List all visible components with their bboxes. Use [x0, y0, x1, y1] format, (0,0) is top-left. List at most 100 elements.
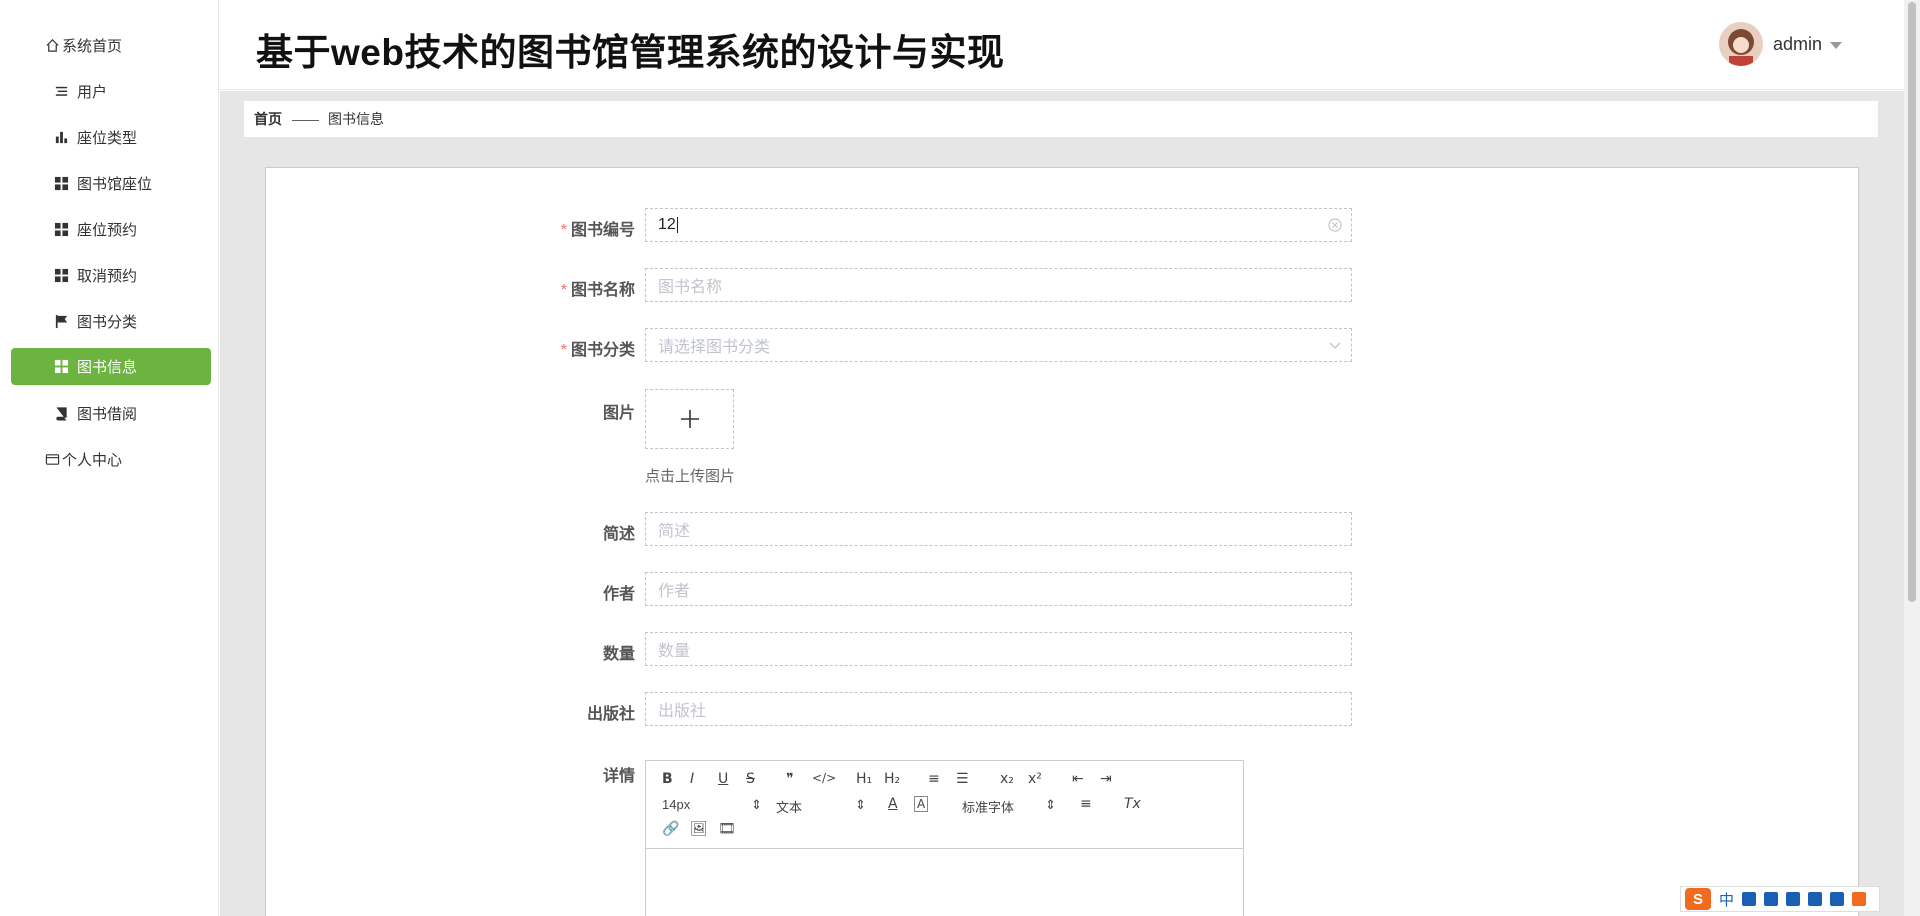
link-icon[interactable]: 🔗 — [662, 821, 679, 837]
form-row-summary: 简述 简述 — [266, 512, 1860, 546]
author-input[interactable]: 作者 — [645, 572, 1352, 606]
sidebar-item-label: 个人中心 — [62, 452, 123, 469]
sidebar-item-label: 图书馆座位 — [77, 176, 153, 193]
home-icon — [44, 38, 60, 54]
h1-button[interactable]: H₁ — [856, 771, 872, 787]
publisher-input[interactable]: 出版社 — [645, 692, 1352, 726]
sidebar-item-users[interactable]: 用户 — [11, 73, 211, 110]
book-name-input[interactable]: 图书名称 — [645, 268, 1352, 302]
sidebar-item-seat-booking[interactable]: 座位预约 — [11, 211, 211, 248]
card-icon — [44, 452, 60, 468]
h2-button[interactable]: H₂ — [884, 771, 900, 787]
italic-button[interactable]: I — [690, 771, 694, 787]
flag-icon — [53, 314, 69, 330]
video-icon[interactable]: 🎞 — [718, 821, 736, 837]
book-no-input[interactable]: 12 — [645, 208, 1352, 242]
code-block-button[interactable]: </> — [812, 771, 836, 785]
sidebar-item-library-seat[interactable]: 图书馆座位 — [11, 165, 211, 202]
form-row-quantity: 数量 数量 — [266, 632, 1860, 666]
bold-button[interactable]: B — [662, 771, 673, 787]
username[interactable]: admin — [1773, 34, 1822, 55]
image-icon[interactable]: 🖼 — [690, 821, 708, 837]
sidebar: 系统首页 用户 座位类型 图书馆座位 座位预约 取消预约 图书分类 图书信息 图… — [0, 0, 219, 916]
sidebar-item-book-category[interactable]: 图书分类 — [11, 303, 211, 340]
skin-icon[interactable] — [1808, 892, 1823, 906]
form-row-publisher: 出版社 出版社 — [266, 692, 1860, 726]
outdent-button[interactable]: ⇤ — [1072, 771, 1084, 787]
label-details: 详情 — [602, 768, 635, 785]
indent-button[interactable]: ⇥ — [1100, 771, 1112, 787]
form-row-author: 作者 作者 — [266, 572, 1860, 606]
sogou-logo-icon[interactable]: S — [1685, 888, 1711, 910]
page-title: 基于web技术的图书馆管理系统的设计与实现 — [256, 32, 1005, 73]
main-content: 首页 —— 图书信息 * 图书编号 12 * 图书名称 图书名称 * 图书分类 请选择… — [220, 91, 1904, 916]
ime-toolbar[interactable]: S 中 — [1680, 886, 1880, 912]
underline-button[interactable]: U — [718, 771, 728, 787]
background-color-icon[interactable]: A — [914, 796, 929, 812]
form-row-book-name: * 图书名称 图书名称 — [266, 268, 1860, 302]
sidebar-item-book-borrow[interactable]: 图书借阅 — [11, 395, 211, 432]
sidebar-item-home[interactable]: 系统首页 — [11, 27, 211, 64]
label-book-category: * 图书分类 — [560, 342, 635, 359]
align-icon[interactable]: ≡ — [1080, 796, 1092, 812]
clear-format-button[interactable]: Tx — [1124, 796, 1141, 812]
upload-hint: 点击上传图片 — [645, 468, 736, 485]
sidebar-item-label: 图书信息 — [77, 359, 138, 376]
superscript-button[interactable]: x² — [1028, 771, 1042, 787]
subscript-button[interactable]: x₂ — [1000, 771, 1014, 787]
label-quantity: 数量 — [602, 646, 635, 663]
breadcrumb-current: 图书信息 — [328, 111, 384, 127]
top-header: 基于web技术的图书馆管理系统的设计与实现 admin — [220, 0, 1904, 90]
sidebar-item-label: 用户 — [77, 84, 108, 101]
plus-icon — [680, 410, 699, 428]
ordered-list-button[interactable]: ≡ — [928, 771, 940, 787]
blockquote-button[interactable]: ❞ — [786, 771, 794, 787]
page-scrollbar[interactable] — [1904, 0, 1920, 916]
scrollbar-thumb[interactable] — [1908, 2, 1916, 602]
summary-input[interactable]: 简述 — [645, 512, 1352, 546]
label-summary: 简述 — [602, 526, 635, 543]
sidebar-item-label: 座位类型 — [77, 130, 138, 147]
user-menu[interactable]: admin — [1718, 22, 1842, 66]
sidebar-item-seat-type[interactable]: 座位类型 — [11, 119, 211, 156]
caret-down-icon[interactable] — [1830, 41, 1842, 49]
apps-icon[interactable] — [1830, 892, 1845, 906]
sidebar-item-profile[interactable]: 个人中心 — [11, 441, 211, 478]
font-size-select[interactable]: 14px ⇕ — [662, 797, 762, 813]
chevron-down-icon[interactable] — [1327, 337, 1343, 353]
label-author: 作者 — [602, 586, 635, 603]
image-upload-button[interactable] — [645, 389, 734, 449]
font-color-icon[interactable]: A — [888, 796, 898, 812]
avatar[interactable] — [1718, 22, 1763, 66]
clear-icon[interactable] — [1327, 217, 1343, 233]
quantity-input[interactable]: 数量 — [645, 632, 1352, 666]
sidebar-item-label: 图书借阅 — [77, 406, 138, 423]
form-row-details: 详情 B I U S ❞ </> H₁ H₂ ≡ ☰ x₂ x² ⇤ ⇥ 14p… — [266, 760, 1860, 916]
label-book-name: * 图书名称 — [560, 282, 635, 299]
sidebar-item-book-info[interactable]: 图书信息 — [11, 348, 211, 385]
strike-button[interactable]: S — [746, 771, 755, 787]
bullet-list-button[interactable]: ☰ — [956, 771, 969, 787]
breadcrumb-home[interactable]: 首页 — [254, 109, 282, 129]
rich-text-editor: B I U S ❞ </> H₁ H₂ ≡ ☰ x₂ x² ⇤ ⇥ 14px ⇕ … — [645, 760, 1244, 916]
sidebar-item-cancel-booking[interactable]: 取消预约 — [11, 257, 211, 294]
grid-icon — [53, 268, 69, 284]
header-select[interactable]: 文本 ⇕ — [776, 797, 866, 816]
sidebar-item-label: 系统首页 — [62, 38, 123, 55]
book-category-select[interactable]: 请选择图书分类 — [645, 328, 1352, 362]
sidebar-item-label: 取消预约 — [77, 268, 138, 285]
microphone-icon[interactable] — [1764, 892, 1779, 906]
form-row-image: 图片 点击上传图片 — [266, 389, 1860, 489]
toolbox-icon[interactable] — [1852, 892, 1867, 906]
form-row-book-no: * 图书编号 12 — [266, 208, 1860, 242]
punctuation-icon[interactable] — [1742, 892, 1757, 906]
label-image: 图片 — [602, 405, 635, 422]
font-family-select[interactable]: 标准字体 ⇕ — [962, 797, 1056, 816]
keyboard-icon[interactable] — [1786, 892, 1801, 906]
ime-mode[interactable]: 中 — [1719, 889, 1734, 910]
label-publisher: 出版社 — [586, 706, 635, 723]
book-icon — [53, 406, 69, 422]
breadcrumb: 首页 —— 图书信息 — [244, 101, 1878, 137]
label-book-no: * 图书编号 — [560, 222, 635, 239]
form-row-book-category: * 图书分类 请选择图书分类 — [266, 328, 1860, 362]
